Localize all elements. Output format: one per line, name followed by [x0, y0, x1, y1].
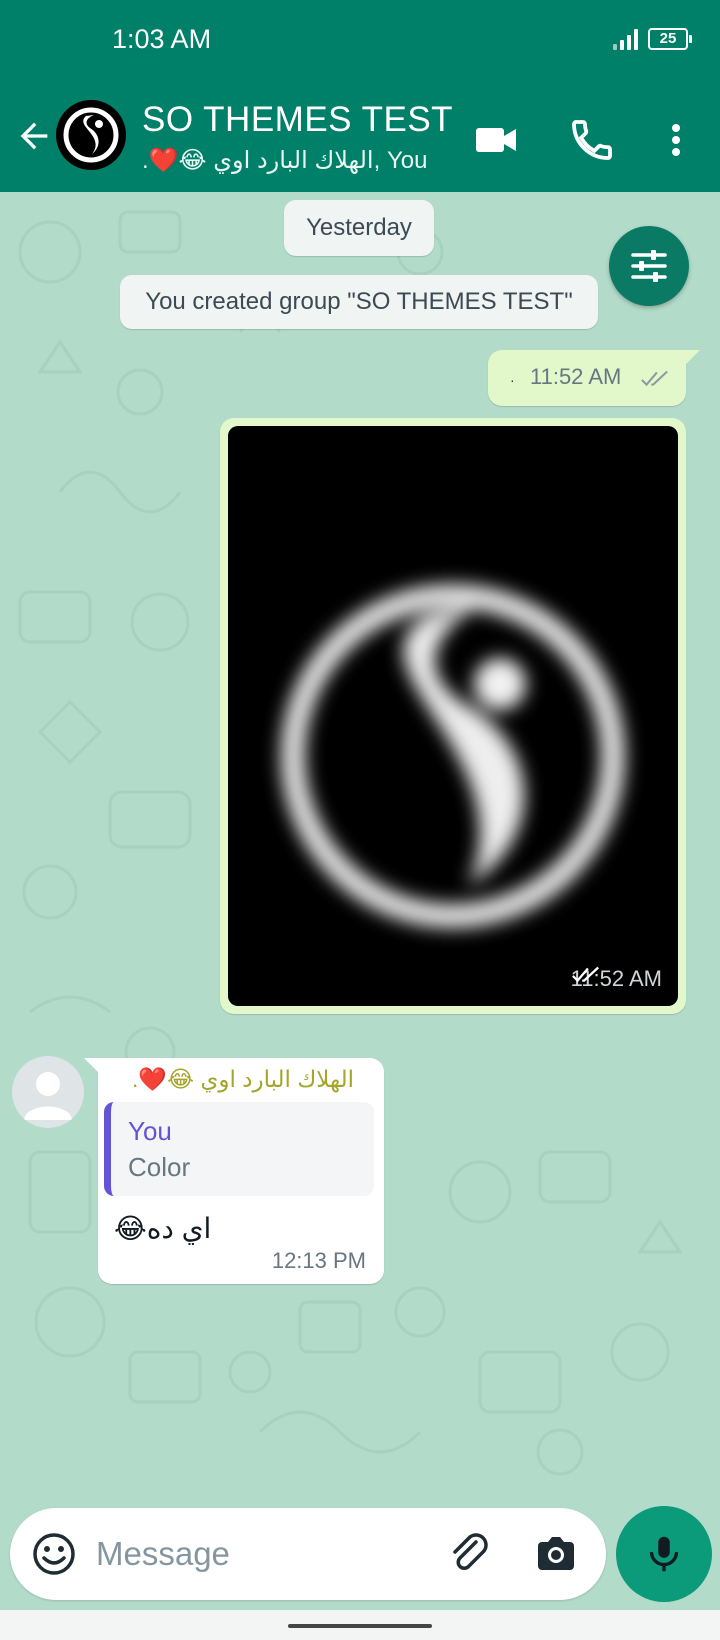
message-time: 12:13 PM: [271, 1248, 366, 1273]
gesture-handle[interactable]: [288, 1624, 432, 1628]
video-call-icon[interactable]: [472, 116, 520, 164]
more-vert-icon[interactable]: [652, 116, 700, 164]
group-avatar[interactable]: [56, 100, 126, 170]
voice-record-button[interactable]: [616, 1506, 712, 1602]
emoji-icon[interactable]: [30, 1530, 78, 1578]
person-icon: [24, 1072, 72, 1120]
voice-call-icon[interactable]: [568, 116, 616, 164]
camera-icon[interactable]: [532, 1530, 580, 1578]
attach-icon[interactable]: [446, 1530, 494, 1578]
outgoing-message[interactable]: · 11:52 AM: [488, 350, 700, 406]
status-time: 1:03 AM: [112, 24, 212, 54]
system-message: You created group "SO THEMES TEST": [120, 275, 598, 329]
status-icons: 25: [613, 28, 692, 50]
message-text: 😂اي ده: [114, 1213, 212, 1244]
image-thumbnail[interactable]: 11:52 AM: [228, 426, 678, 1006]
logo-image: [281, 584, 625, 928]
message-composer: [10, 1508, 606, 1600]
quoted-message[interactable]: You Color: [104, 1102, 374, 1196]
chat-title[interactable]: SO THEMES TEST: [142, 100, 453, 140]
incoming-message[interactable]: .❤️😂 الهلاك البارد اوي You Color 😂اي ده …: [84, 1058, 384, 1284]
battery-level: 25: [659, 30, 677, 47]
message-text: ·: [510, 372, 515, 388]
quote-text: Color: [128, 1152, 191, 1182]
double-check-icon: [641, 370, 668, 387]
date-chip: Yesterday: [284, 200, 434, 256]
quote-author: You: [128, 1116, 172, 1146]
signal-icon: [613, 28, 638, 50]
sender-name[interactable]: .❤️😂 الهلاك البارد اوي: [132, 1066, 354, 1093]
outgoing-image-message[interactable]: 11:52 AM: [220, 418, 686, 1014]
mic-icon: [649, 1536, 679, 1572]
sender-avatar[interactable]: [12, 1056, 84, 1128]
chat-header: SO THEMES TEST .❤️😂 الهلاك البارد اوي, Y…: [0, 92, 720, 192]
back-arrow-icon[interactable]: [14, 116, 54, 156]
chat-area[interactable]: Yesterday You created group "SO THEMES T…: [0, 192, 720, 1508]
filter-button[interactable]: [609, 226, 689, 306]
top-app-bar: 1:03 AM 25 SO THEMES TEST .❤️😂 الهلاك ال…: [0, 0, 720, 192]
double-check-icon: [571, 966, 599, 983]
chat-members[interactable]: .❤️😂 الهلاك البارد اوي, You: [142, 146, 427, 175]
message-input[interactable]: [96, 1528, 426, 1580]
system-nav-bar: [0, 1610, 720, 1640]
battery-icon: 25: [648, 28, 692, 50]
tune-icon: [631, 250, 667, 282]
message-time: 11:52 AM: [530, 364, 622, 389]
image-meta: 11:52 AM: [571, 966, 662, 992]
